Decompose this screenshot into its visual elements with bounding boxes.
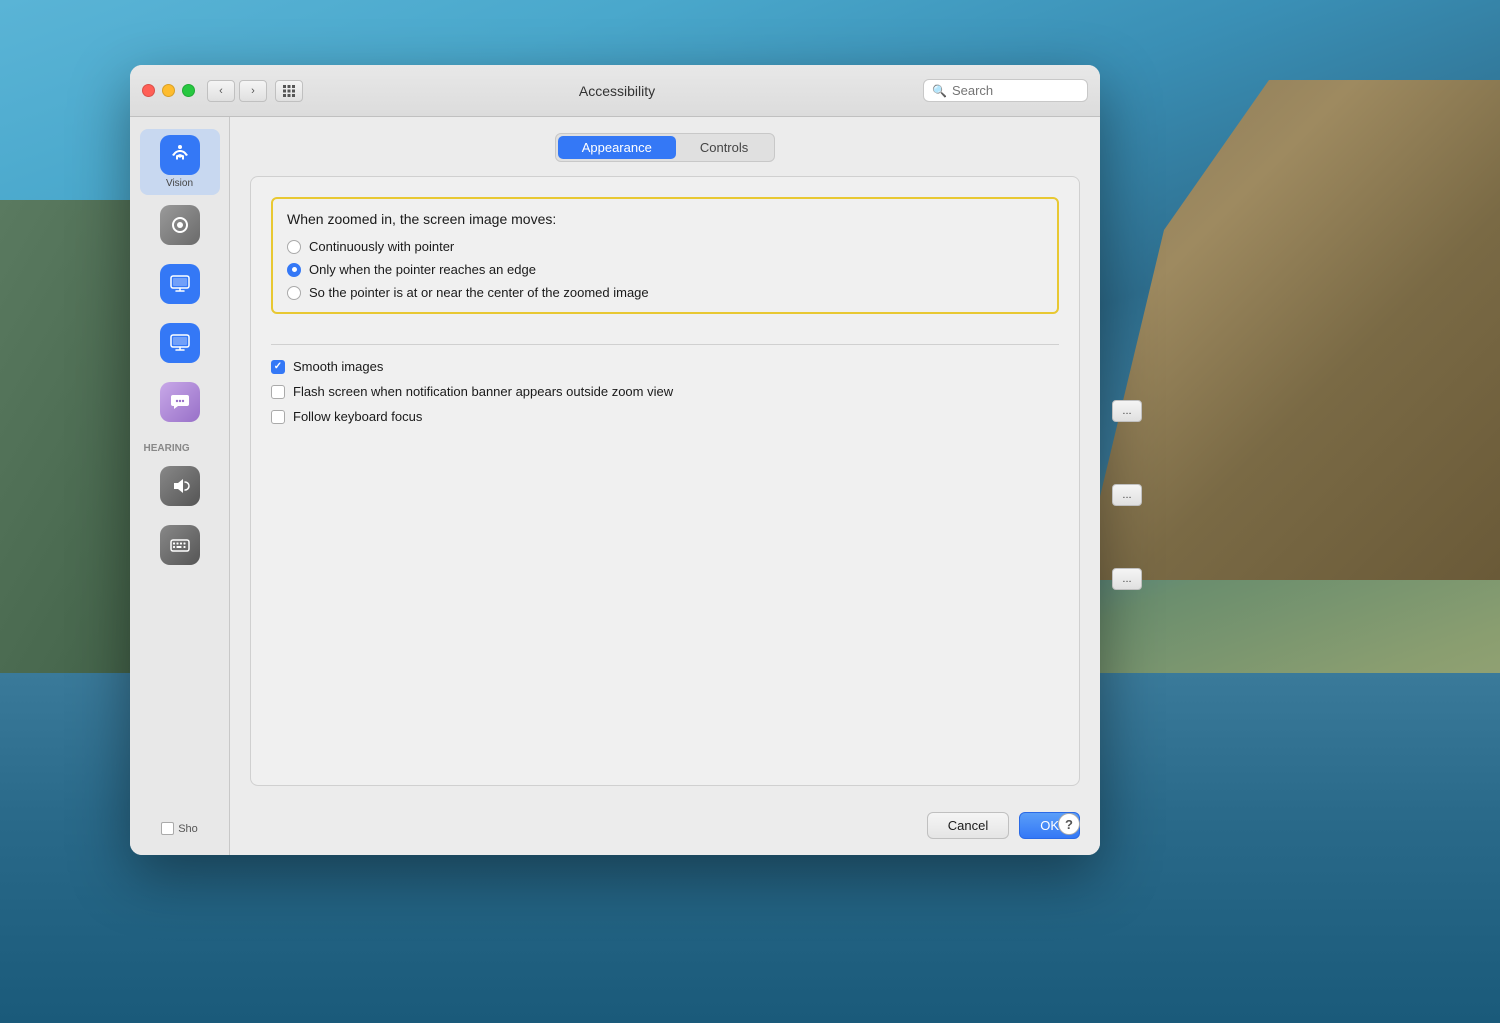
divider xyxy=(271,344,1059,345)
panel-footer: Cancel OK xyxy=(230,800,1100,855)
checkbox-label-smooth: Smooth images xyxy=(293,359,383,374)
checkbox-group: Smooth images Flash screen when notifica… xyxy=(271,359,1059,424)
sidebar-section-hearing-label: Hearing xyxy=(140,435,220,456)
panel-content: When zoomed in, the screen image moves: … xyxy=(250,176,1080,786)
right-panel: Appearance Controls When zoomed in, the … xyxy=(230,117,1100,855)
ellipsis-button-1[interactable]: ... xyxy=(1112,400,1142,422)
checkbox-label-flash: Flash screen when notification banner ap… xyxy=(293,384,673,399)
search-bar[interactable]: 🔍 xyxy=(923,79,1088,102)
radio-circle-continuous xyxy=(287,240,301,254)
accessibility-icon xyxy=(160,135,200,175)
radio-item-edge[interactable]: Only when the pointer reaches an edge xyxy=(287,262,1043,277)
radio-label-center: So the pointer is at or near the center … xyxy=(309,285,649,300)
sidebar-item-monitor[interactable] xyxy=(140,317,220,372)
sidebar: Vision xyxy=(130,117,230,855)
cancel-button[interactable]: Cancel xyxy=(927,812,1009,839)
back-button[interactable]: ‹ xyxy=(207,80,235,102)
show-accessibility-label: Sho xyxy=(178,823,198,835)
grid-icon xyxy=(282,84,296,98)
panel-header: Appearance Controls xyxy=(230,117,1100,162)
checkbox-label-keyboard: Follow keyboard focus xyxy=(293,409,422,424)
window-title: Accessibility xyxy=(311,83,923,99)
radio-circle-edge xyxy=(287,263,301,277)
ellipsis-buttons: ... ... ... xyxy=(1112,400,1142,590)
sidebar-item-vision[interactable]: Vision xyxy=(140,129,220,195)
tab-controls[interactable]: Controls xyxy=(676,136,772,159)
ellipsis-button-2[interactable]: ... xyxy=(1112,484,1142,506)
close-button[interactable] xyxy=(142,84,155,97)
audio-icon xyxy=(160,205,200,245)
forward-button[interactable]: › xyxy=(239,80,267,102)
maximize-button[interactable] xyxy=(182,84,195,97)
tab-container: Appearance Controls xyxy=(555,133,776,162)
search-icon: 🔍 xyxy=(932,84,947,98)
sidebar-item-display[interactable] xyxy=(140,258,220,313)
sidebar-item-keyboard[interactable] xyxy=(140,519,220,574)
radio-item-continuous[interactable]: Continuously with pointer xyxy=(287,239,1043,254)
speech-icon xyxy=(160,382,200,422)
radio-item-center[interactable]: So the pointer is at or near the center … xyxy=(287,285,1043,300)
checkbox-flash[interactable] xyxy=(271,385,285,399)
search-input[interactable] xyxy=(952,83,1072,98)
content-area: Vision xyxy=(130,117,1100,855)
show-accessibility-row: Sho xyxy=(153,814,206,843)
display-icon xyxy=(160,264,200,304)
sidebar-item-hearing[interactable] xyxy=(140,460,220,515)
checkbox-smooth[interactable] xyxy=(271,360,285,374)
grid-button[interactable] xyxy=(275,80,303,102)
radio-group: Continuously with pointer Only when the … xyxy=(287,239,1043,300)
checkbox-item-keyboard[interactable]: Follow keyboard focus xyxy=(271,409,1059,424)
keyboard-icon xyxy=(160,525,200,565)
checkbox-keyboard[interactable] xyxy=(271,410,285,424)
monitor-icon xyxy=(160,323,200,363)
show-accessibility-checkbox[interactable] xyxy=(161,822,174,835)
zoom-section-label: When zoomed in, the screen image moves: xyxy=(287,211,1043,227)
traffic-lights xyxy=(142,84,195,97)
radio-label-continuous: Continuously with pointer xyxy=(309,239,454,254)
titlebar: ‹ › Accessibility 🔍 xyxy=(130,65,1100,117)
checkbox-item-smooth[interactable]: Smooth images xyxy=(271,359,1059,374)
accessibility-window: ‹ › Accessibility 🔍 xyxy=(130,65,1100,855)
nav-buttons: ‹ › xyxy=(207,80,267,102)
help-button[interactable]: ? xyxy=(1058,813,1080,835)
ellipsis-button-3[interactable]: ... xyxy=(1112,568,1142,590)
minimize-button[interactable] xyxy=(162,84,175,97)
tab-appearance[interactable]: Appearance xyxy=(558,136,676,159)
zoom-section: When zoomed in, the screen image moves: … xyxy=(271,197,1059,314)
sidebar-item-audio[interactable] xyxy=(140,199,220,254)
forward-icon: › xyxy=(251,85,255,97)
checkbox-item-flash[interactable]: Flash screen when notification banner ap… xyxy=(271,384,1059,399)
back-icon: ‹ xyxy=(219,85,223,97)
radio-circle-center xyxy=(287,286,301,300)
radio-label-edge: Only when the pointer reaches an edge xyxy=(309,262,536,277)
sidebar-label-vision: Vision xyxy=(166,178,193,189)
sidebar-item-speech[interactable] xyxy=(140,376,220,431)
hearing-icon xyxy=(160,466,200,506)
